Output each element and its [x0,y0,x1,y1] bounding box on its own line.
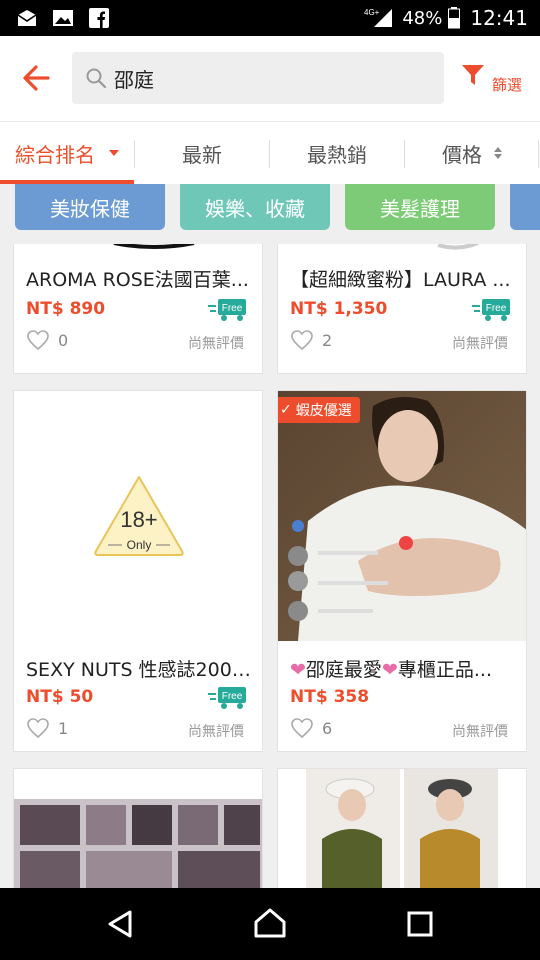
image-icon [53,10,73,26]
home-icon[interactable] [250,904,290,944]
filter-button[interactable]: 篩選 [456,58,532,102]
divider [538,140,539,168]
tab-latest[interactable]: 最新 [135,122,269,184]
product-name: SEXY NUTS 性感誌2009... [26,659,256,681]
caret-down-icon [109,150,119,156]
product-card[interactable] [13,768,263,888]
battery-icon [448,7,461,29]
product-price: NT$ 890 [26,299,106,319]
category-chips: 美妝保健 娛樂、收藏 美髮護理 [0,184,540,244]
product-image [14,769,262,888]
svg-text:4G+: 4G+ [364,8,380,17]
facebook-icon [89,8,109,28]
product-name-text: 邵庭最愛 [305,659,382,681]
search-query: 邵庭 [114,68,154,92]
like-section: 6 [290,717,332,739]
product-name: ❤邵庭最愛❤專櫃正品... [290,655,520,682]
heart-icon[interactable] [290,329,314,351]
sort-arrows-icon [494,147,502,159]
product-image: ✓ 蝦皮優選 [278,391,526,641]
tab-relevance[interactable]: 綜合排名 [0,122,134,184]
filter-icon [462,65,484,85]
chip-hair-care[interactable]: 美髮護理 [345,184,495,230]
like-count: 1 [58,718,69,738]
back-triangle-icon[interactable] [100,904,140,944]
chip-more[interactable] [510,184,540,230]
product-grid: AROMA ROSE法國百葉... NT$ 890 Free 0 尚無評價 【超… [0,244,540,888]
mail-icon [17,10,37,26]
product-image [278,244,526,255]
svg-text:Free: Free [486,303,507,314]
search-header: 邵庭 篩選 [0,36,540,122]
pink-heart-icon: ❤ [381,659,398,681]
free-shipping-icon: Free [472,299,510,321]
rating-text: 尚無評價 [188,336,244,352]
sort-bar: 綜合排名 最新 最熱銷 價格 [0,122,540,184]
search-input[interactable]: 邵庭 [72,52,444,104]
like-section: 2 [290,329,332,351]
age-restricted-icon: 18+ Only [94,476,184,556]
free-shipping-icon: Free [208,687,246,709]
recents-icon[interactable] [400,904,440,944]
product-card[interactable]: 【超細緻蜜粉】LAURA ... NT$ 1,350 Free 2 尚無評價 [277,244,527,374]
back-arrow-icon[interactable] [18,58,58,98]
chip-beauty[interactable]: 美妝保健 [15,184,165,230]
product-card[interactable]: ✓ 蝦皮優選 ❤邵庭最愛❤專櫃正品... NT$ 358 6 尚無評價 [277,390,527,752]
like-count: 6 [322,718,333,738]
product-price: NT$ 50 [26,687,94,707]
status-right: 4G+ 48% 12:41 [364,0,528,36]
clock: 12:41 [470,6,528,30]
rating-text: 尚無評價 [452,336,508,352]
tab-top-sales[interactable]: 最熱銷 [270,122,404,184]
free-shipping-icon: Free [208,299,246,321]
product-image: 18+ Only [14,391,262,641]
tab-price[interactable]: 價格 [405,122,539,184]
check-icon: ✓ [280,402,292,418]
product-price: NT$ 1,350 [290,299,388,319]
svg-text:18+: 18+ [120,507,157,532]
svg-text:Free: Free [222,691,243,702]
system-nav-bar [0,888,540,960]
signal-icon: 4G+ [364,8,393,27]
filter-label: 篩選 [492,76,523,94]
product-name-tail: 專櫃正品... [397,659,492,681]
tab-latest-label: 最新 [182,142,222,167]
product-card[interactable]: 18+ Only SEXY NUTS 性感誌2009... NT$ 50 Fre… [13,390,263,752]
heart-icon[interactable] [290,717,314,739]
tab-top-sales-label: 最熱銷 [307,142,367,167]
product-card[interactable]: AROMA ROSE法國百葉... NT$ 890 Free 0 尚無評價 [13,244,263,374]
search-icon [86,68,107,89]
tab-price-label: 價格 [442,142,482,167]
tab-relevance-label: 綜合排名 [15,142,95,167]
heart-icon[interactable] [26,329,50,351]
product-price: NT$ 358 [290,687,370,707]
like-section: 0 [26,329,68,351]
product-name: 【超細緻蜜粉】LAURA ... [290,269,511,291]
preferred-badge-label: 蝦皮優選 [295,403,352,419]
like-count: 2 [322,330,333,350]
rating-text: 尚無評價 [452,724,508,740]
like-section: 1 [26,717,68,739]
preferred-badge: ✓ 蝦皮優選 [278,397,360,423]
status-bar: 4G+ 48% 12:41 [0,0,540,36]
like-count: 0 [58,330,69,350]
product-image [14,244,262,255]
product-name: AROMA ROSE法國百葉... [26,269,249,291]
battery-percent: 48% [402,7,443,29]
chip-entertainment[interactable]: 娛樂、收藏 [180,184,330,230]
svg-text:Free: Free [222,303,243,314]
product-image [278,769,526,888]
rating-text: 尚無評價 [188,724,244,740]
svg-text:Only: Only [127,538,152,552]
heart-icon[interactable] [26,717,50,739]
product-card[interactable] [277,768,527,888]
pink-heart-icon: ❤ [290,659,306,681]
